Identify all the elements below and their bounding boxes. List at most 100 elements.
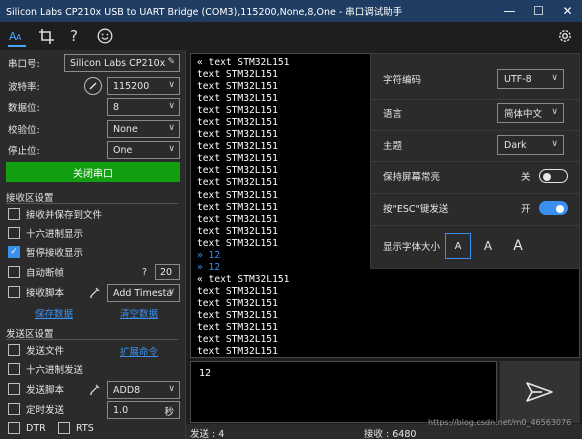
send-script-label: 发送脚本 [26,385,65,396]
send-script-select[interactable]: ADD8 ∨ [107,381,180,399]
encoding-select[interactable]: UTF-8 ∨ [497,69,564,89]
close-port-button[interactable]: 关闭串口 [6,162,180,182]
receive-line: » 12 [197,261,221,273]
send-script-checkbox[interactable]: 发送脚本 [8,381,64,397]
baud-value: 115200 [113,80,150,92]
checkbox-box [8,227,20,239]
esc-send-state: 开 [521,204,531,215]
chevron-down-icon: ∨ [168,101,175,111]
baud-select[interactable]: 115200 ∨ [107,77,180,95]
esc-send-toggle[interactable] [539,201,568,215]
checkbox-box [8,286,20,298]
timestamp-value: Add Timesta [113,287,173,299]
timed-send-input[interactable]: 1.0 秒 [107,401,180,419]
script-edit-icon[interactable] [88,285,102,302]
script-edit-icon[interactable] [88,382,102,399]
clear-data-link[interactable]: 清空数据 [120,306,158,320]
dtr-label: DTR [26,422,46,434]
send-file-label: 发送文件 [26,346,65,357]
parity-label: 校验位: [8,125,40,136]
chevron-down-icon: ∨ [551,107,558,117]
save-to-file-checkbox[interactable]: 接收并保存到文件 [8,206,102,222]
parity-select[interactable]: None ∨ [107,120,180,138]
smiley-icon[interactable] [96,25,114,47]
rts-checkbox[interactable]: RTS [58,420,94,436]
divider [6,203,178,204]
crop-tool-icon[interactable] [37,25,55,47]
receive-line: text STM32L151 [197,153,278,165]
receive-script-label: 接收脚本 [26,288,65,299]
stopbits-label: 停止位: [8,146,40,157]
checkbox-box [8,344,20,356]
parity-value: None [113,123,138,135]
encoding-label: 字符编码 [383,75,422,86]
send-settings-title: 发送区设置 [6,329,54,340]
receive-line: text STM32L151 [197,117,278,129]
checkbox-box [8,383,20,395]
receive-line: text STM32L151 [197,346,278,358]
timed-send-checkbox[interactable]: 定时发送 [8,401,64,417]
divider [371,161,579,162]
dtr-checkbox[interactable]: DTR [8,420,46,436]
font-tool-icon[interactable]: AA [8,25,26,47]
databits-select[interactable]: 8 ∨ [107,98,180,116]
send-file-checkbox[interactable]: 发送文件 [8,342,64,358]
receive-script-checkbox[interactable]: 接收脚本 [8,284,64,300]
language-label: 语言 [383,109,403,120]
close-window-button[interactable]: ✕ [553,0,582,22]
save-to-file-label: 接收并保存到文件 [26,210,103,221]
pause-display-checkbox[interactable]: ✓ 暂停接收显示 [8,244,83,260]
auto-frame-checkbox[interactable]: 自动断帧 [8,264,64,280]
databits-label: 数据位: [8,103,40,114]
maximize-button[interactable]: ☐ [524,0,553,22]
encoding-value: UTF-8 [504,73,532,85]
chevron-down-icon: ∨ [168,144,175,154]
auto-frame-input[interactable]: 20 [155,264,180,280]
language-select[interactable]: 简体中文 ∨ [497,103,564,123]
baud-dial-icon[interactable] [84,77,102,95]
receive-settings-title: 接收区设置 [6,193,54,204]
auto-frame-label: 自动断帧 [26,268,65,279]
chevron-down-icon: ∨ [168,123,175,133]
chevron-down-icon: ∨ [168,80,175,90]
font-size-large-button[interactable]: A [505,233,531,259]
minimize-button[interactable]: — [495,0,524,22]
title-bar: Silicon Labs CP210x USB to UART Bridge (… [0,0,582,22]
divider [371,193,579,194]
help-icon[interactable]: ? [67,25,81,47]
checkbox-box [58,422,70,434]
auto-frame-help-icon[interactable]: ? [142,264,147,280]
window-title: Silicon Labs CP210x USB to UART Bridge (… [6,7,403,18]
chevron-down-icon: ∨ [551,73,558,83]
chevron-down-icon: ∨ [168,287,175,297]
font-size-medium-button[interactable]: A [475,233,501,259]
divider [6,339,178,340]
receive-line: « text STM32L151 [197,57,290,68]
hex-send-checkbox[interactable]: 十六进制发送 [8,361,83,377]
stopbits-select[interactable]: One ∨ [107,141,180,159]
port-select[interactable]: Silicon Labs CP210x USB ✎ [64,54,180,72]
font-size-small-button[interactable]: A [445,233,471,259]
font-size-label: 显示字体大小 [383,242,441,253]
keep-screen-toggle[interactable] [539,169,568,183]
timestamp-select[interactable]: Add Timesta ∨ [107,284,180,302]
left-panel: 串口号: Silicon Labs CP210x USB ✎ 波特率: 1152… [0,50,186,439]
timed-send-label: 定时发送 [26,405,65,416]
esc-send-label: 按"ESC"键发送 [383,204,449,215]
extend-command-link[interactable]: 扩展命令 [120,344,158,358]
theme-select[interactable]: Dark ∨ [497,135,564,155]
send-input[interactable]: 12 [190,361,497,423]
receive-lines: « text STM32L151 text STM32L151 text STM32… [197,57,290,358]
divider [371,99,579,100]
save-data-link[interactable]: 保存数据 [35,306,73,320]
received-count: 接收 : 6480 [364,429,417,439]
send-button[interactable] [500,361,580,423]
receive-line: text STM32L151 [197,334,278,346]
settings-panel: 字符编码 UTF-8 ∨ 语言 简体中文 ∨ 主题 Dark ∨ 保持屏幕常亮 … [370,53,580,269]
receive-line: text STM32L151 [197,81,278,93]
timed-send-unit: 秒 [164,407,174,418]
hex-display-checkbox[interactable]: 十六进制显示 [8,225,83,241]
settings-gear-icon[interactable] [556,25,574,47]
pause-display-label: 暂停接收显示 [26,248,84,259]
receive-line: text STM32L151 [197,141,278,153]
